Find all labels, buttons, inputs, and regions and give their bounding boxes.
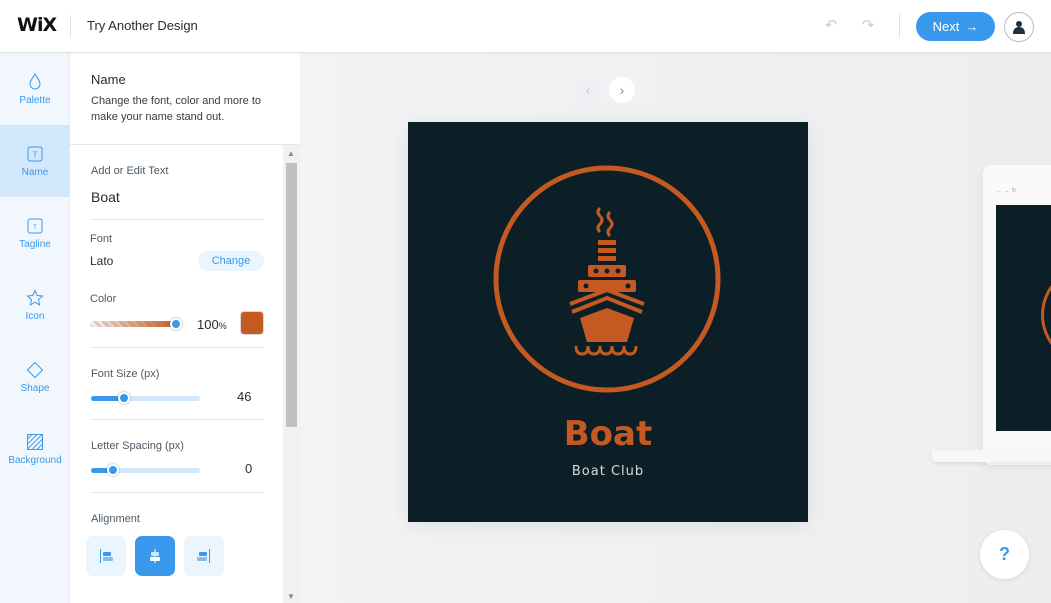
divider [899,14,900,38]
letter-spacing-slider[interactable] [91,464,200,476]
panel-description: Change the font, color and more to make … [91,95,261,123]
preview-stage: ‹ › Boat Boat Club ← → ↻ ? [300,53,1051,603]
letter-spacing-value[interactable]: 0 [245,461,252,476]
color-swatch[interactable] [240,311,264,335]
opacity-unit: % [218,321,227,331]
panel-scrollbar[interactable]: ▲ ▼ [283,145,300,603]
chevron-right-icon: › [619,82,625,98]
letter-spacing-slider-thumb[interactable] [107,464,119,476]
laptop-mockup: ← → ↻ [983,165,1051,465]
font-size-value[interactable]: 46 [237,389,251,404]
hatched-square-icon [27,433,43,450]
letter-spacing-label: Letter Spacing (px) [91,440,184,452]
page-title: Try Another Design [87,18,198,33]
divider [90,219,264,220]
laptop-screen [996,205,1051,431]
star-icon [26,288,44,306]
laptop-base [932,450,1051,462]
align-center-button[interactable] [135,536,175,576]
text-label: Add or Edit Text [91,165,169,177]
panel-header: Name Change the font, color and more to … [70,53,300,145]
text-box-icon: T [27,146,43,161]
avatar[interactable] [1004,12,1034,42]
align-right-button[interactable] [184,536,224,576]
sidebar-item-label: Name [21,166,49,178]
svg-text:T: T [33,225,37,231]
sidebar-item-label: Tagline [19,238,51,250]
divider [90,492,264,493]
logo-preview: Boat Boat Club [408,122,808,522]
top-bar: WiX Try Another Design ↶ ↷ Next → [0,0,1051,53]
sidebar-item-label: Palette [19,94,51,106]
divider [70,15,71,37]
sidebar-item-icon[interactable]: Icon [0,269,70,341]
font-label: Font [90,233,113,245]
font-size-slider[interactable] [91,392,200,404]
sidebar-item-palette[interactable]: Palette [0,53,70,125]
change-font-button[interactable]: Change [198,251,264,271]
left-nav: Palette T Name T Tagline Icon Shape Back… [0,53,70,603]
drop-icon [29,72,41,89]
color-label: Color [90,293,117,305]
sidebar-item-label: Icon [25,310,45,322]
opacity-value: 100% [197,317,227,332]
align-center-icon [150,549,160,563]
font-size-slider-thumb[interactable] [118,392,130,404]
font-value: Lato [90,254,114,268]
scroll-down-icon[interactable]: ▼ [287,592,295,601]
sidebar-item-background[interactable]: Background [0,413,70,485]
logo-tagline-text[interactable]: Boat Club [408,464,808,479]
help-button[interactable]: ? [980,530,1029,579]
chevron-left-icon: ‹ [585,82,591,98]
sidebar-item-shape[interactable]: Shape [0,341,70,413]
text-box-small-icon: T [27,218,43,233]
settings-panel: Name Change the font, color and more to … [70,53,300,603]
svg-text:T: T [33,150,38,159]
scrollbar-thumb[interactable] [286,163,297,427]
next-button[interactable]: Next → [916,12,995,41]
ship-emblem-icon [493,165,721,393]
align-right-icon [197,549,210,563]
wix-logo[interactable]: WiX [17,14,57,36]
opacity-number: 100 [197,317,219,332]
arrow-right-icon: → [965,19,979,34]
logo-name-text[interactable]: Boat [408,414,808,454]
name-text-input[interactable]: Boat [91,189,120,205]
alignment-label: Alignment [91,513,140,525]
divider [90,419,264,420]
user-icon [1013,21,1025,34]
font-size-label: Font Size (px) [91,368,160,380]
redo-icon[interactable]: ↷ [859,17,877,35]
panel-title: Name [91,72,126,87]
next-design-button[interactable]: › [609,77,635,103]
sidebar-item-label: Shape [20,382,50,394]
browser-bar: ← → ↻ [996,188,1017,194]
mockup-emblem [1041,265,1051,365]
scroll-up-icon[interactable]: ▲ [287,149,295,158]
diamond-icon [26,361,44,378]
opacity-slider[interactable] [90,318,182,330]
sidebar-item-label: Background [8,454,62,466]
question-mark-icon: ? [999,544,1010,564]
sidebar-item-name[interactable]: T Name [0,125,70,197]
divider [90,347,264,348]
align-left-icon [100,549,113,563]
undo-icon[interactable]: ↶ [822,17,840,35]
sidebar-item-tagline[interactable]: T Tagline [0,197,70,269]
opacity-slider-thumb[interactable] [170,318,182,330]
next-label: Next [932,19,960,34]
previous-design-button[interactable]: ‹ [575,77,601,103]
align-left-button[interactable] [86,536,126,576]
